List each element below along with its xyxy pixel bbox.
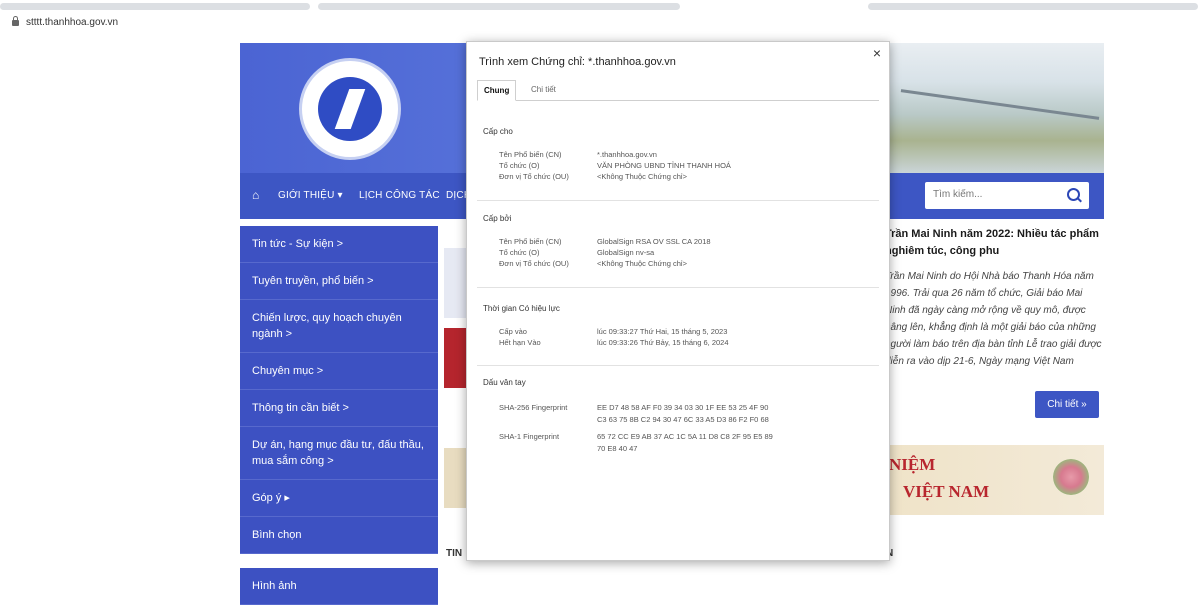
tab-details[interactable]: Chi tiết bbox=[525, 80, 562, 99]
field-value: GlobalSign nv-sa bbox=[597, 248, 655, 257]
sidebar-item-du-an[interactable]: Dự án, hạng mục đầu tư, đấu thầu, mua sắ… bbox=[240, 427, 438, 480]
field-value: lúc 09:33:27 Thứ Hai, 15 tháng 5, 2023 bbox=[597, 327, 728, 336]
section-divider bbox=[477, 287, 879, 288]
sidebar-item-binh-chon[interactable]: Bình chọn bbox=[240, 517, 438, 554]
field-label: Tên Phổ biến (CN) bbox=[499, 237, 562, 246]
field-label: Tổ chức (O) bbox=[499, 248, 540, 257]
sidebar-gap bbox=[240, 554, 438, 568]
section-issued-by: Cấp bởi bbox=[483, 214, 512, 223]
home-icon[interactable]: ⌂ bbox=[252, 188, 259, 202]
field-value: <Không Thuộc Chứng chỉ> bbox=[597, 259, 687, 268]
url-text[interactable]: stttt.thanhhoa.gov.vn bbox=[26, 17, 118, 28]
field-value: lúc 09:33:26 Thứ Bảy, 15 tháng 6, 2024 bbox=[597, 338, 729, 347]
field-label: Hết hạn Vào bbox=[499, 338, 541, 347]
section-divider bbox=[477, 365, 879, 366]
section-validity: Thời gian Có hiệu lực bbox=[483, 304, 560, 313]
bridge-shape bbox=[900, 89, 1100, 120]
sidebar-item-thong-tin[interactable]: Thông tin cần biết > bbox=[240, 390, 438, 427]
featured-news: Trần Mai Ninh năm 2022: Nhiều tác phẩm n… bbox=[885, 226, 1104, 418]
sidebar-item-chuyen-muc[interactable]: Chuyên mục > bbox=[240, 353, 438, 390]
bridge-photo bbox=[890, 43, 1104, 173]
search-box[interactable]: Tìm kiếm... bbox=[925, 182, 1089, 209]
news-summary: Trần Mai Ninh do Hội Nhà báo Thanh Hóa n… bbox=[885, 271, 1102, 367]
close-icon[interactable]: × bbox=[873, 45, 881, 61]
sidebar-menu: Tin tức - Sự kiện > Tuyên truyền, phổ bi… bbox=[240, 226, 438, 605]
announcement-banner[interactable]: NIỆM VIỆT NAM bbox=[885, 445, 1104, 515]
section-divider bbox=[477, 200, 879, 201]
field-value: <Không Thuộc Chứng chỉ> bbox=[597, 172, 687, 181]
certificate-viewer-dialog: Trình xem Chứng chỉ: *.thanhhoa.gov.vn ×… bbox=[466, 41, 890, 561]
browser-tab[interactable] bbox=[0, 3, 310, 10]
browser-tab[interactable] bbox=[868, 3, 1198, 10]
address-bar[interactable]: stttt.thanhhoa.gov.vn bbox=[0, 14, 1198, 36]
lightning-icon bbox=[334, 89, 366, 129]
section-heading-left: TIN bbox=[446, 548, 463, 559]
search-input[interactable]: Tìm kiếm... bbox=[933, 189, 982, 200]
nav-item-lich-cong-tac[interactable]: LỊCH CÔNG TÁC bbox=[359, 190, 440, 201]
ministry-logo[interactable] bbox=[302, 61, 398, 157]
dialog-title: Trình xem Chứng chỉ: *.thanhhoa.gov.vn bbox=[479, 56, 676, 68]
flower-decoration bbox=[1053, 459, 1089, 495]
sidebar-item-tuyen-truyen[interactable]: Tuyên truyền, phổ biến > bbox=[240, 263, 438, 300]
fingerprint-label: SHA-1 Fingerprint bbox=[499, 432, 560, 441]
news-title[interactable]: Trần Mai Ninh năm 2022: Nhiều tác phẩm n… bbox=[885, 226, 1104, 260]
field-label: Đơn vị Tổ chức (OU) bbox=[499, 172, 569, 181]
tab-general[interactable]: Chung bbox=[477, 80, 517, 101]
sidebar-item-gop-y[interactable]: Góp ý ▸ bbox=[240, 480, 438, 517]
sidebar-item-hinh-anh[interactable]: Hình ảnh bbox=[240, 568, 438, 605]
field-value: GlobalSign RSA OV SSL CA 2018 bbox=[597, 237, 711, 246]
section-fingerprints: Dấu vân tay bbox=[483, 378, 526, 387]
sidebar-item-tin-tuc[interactable]: Tin tức - Sự kiện > bbox=[240, 226, 438, 263]
banner-line-1: NIỆM bbox=[889, 455, 936, 474]
browser-tab-strip bbox=[0, 0, 1198, 12]
field-value: VĂN PHÒNG UBND TỈNH THANH HOÁ bbox=[597, 161, 731, 170]
fingerprint-value: EE D7 48 58 AF F0 39 34 03 30 1F EE 53 2… bbox=[597, 403, 769, 412]
fingerprint-label: SHA-256 Fingerprint bbox=[499, 403, 568, 412]
field-label: Cấp vào bbox=[499, 327, 527, 336]
section-issued-to: Cấp cho bbox=[483, 127, 513, 136]
dialog-tabs: Chung Chi tiết bbox=[477, 80, 879, 101]
browser-tab[interactable] bbox=[318, 3, 680, 10]
field-label: Tổ chức (O) bbox=[499, 161, 540, 170]
field-label: Tên Phổ biến (CN) bbox=[499, 150, 562, 159]
fingerprint-value: 70 E8 40 47 bbox=[597, 444, 638, 453]
lock-icon[interactable] bbox=[12, 16, 19, 26]
detail-button[interactable]: Chi tiết » bbox=[1035, 391, 1099, 418]
fingerprint-value: 65 72 CC E9 AB 37 AC 1C 5A 11 D8 C8 2F 9… bbox=[597, 432, 773, 441]
banner-line-2: VIỆT NAM bbox=[903, 482, 990, 501]
nav-item-gioi-thieu[interactable]: GIỚI THIỆU ▾ bbox=[278, 190, 343, 201]
sidebar-item-chien-luoc[interactable]: Chiến lược, quy hoạch chuyên ngành > bbox=[240, 300, 438, 353]
field-label: Đơn vị Tổ chức (OU) bbox=[499, 259, 569, 268]
fingerprint-value: C3 63 75 8B C2 94 30 47 6C 33 A5 D3 86 F… bbox=[597, 415, 769, 424]
field-value: *.thanhhoa.gov.vn bbox=[597, 150, 657, 159]
logo-emblem bbox=[318, 77, 382, 141]
search-icon[interactable] bbox=[1067, 188, 1080, 201]
